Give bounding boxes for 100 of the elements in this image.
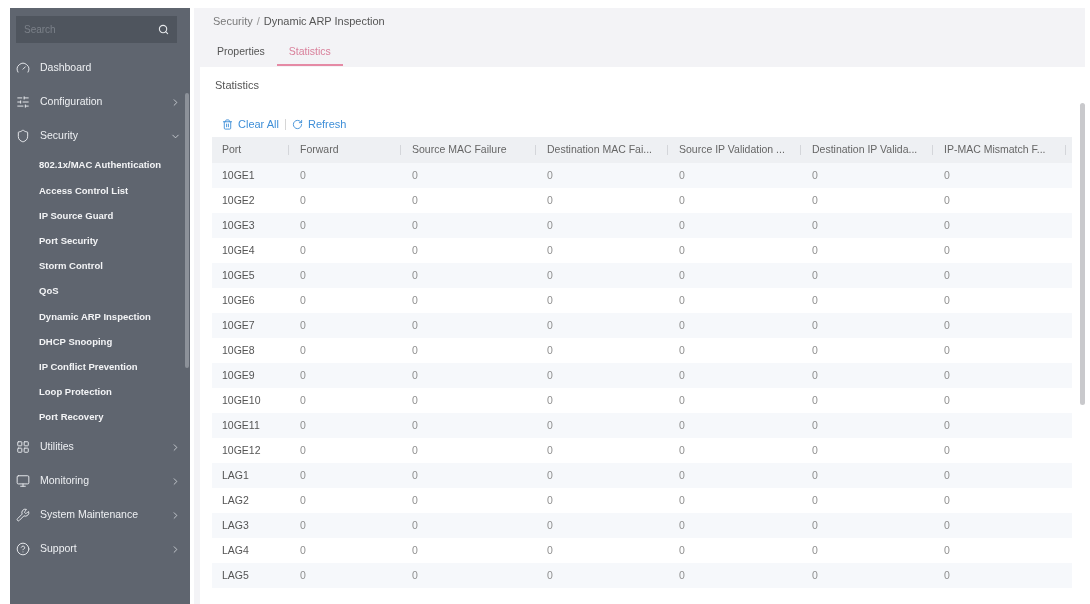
table-cell-text: 10GE11 — [222, 417, 260, 433]
gauge-icon — [16, 61, 30, 75]
table-cell-text: 0 — [944, 367, 950, 383]
grid-icon — [16, 440, 30, 455]
table-cell-text: 0 — [300, 267, 306, 283]
nav-item[interactable]: Utilities — [10, 430, 185, 465]
nav-subitem[interactable]: Storm Control — [10, 253, 185, 279]
table-cell-text: 0 — [679, 342, 685, 358]
table-cell-text: LAG3 — [222, 517, 249, 533]
table-cell-text: 0 — [812, 542, 818, 558]
table-cell-text: 0 — [547, 367, 553, 383]
nav-subitem[interactable]: Port Security — [10, 228, 185, 254]
scrollbar[interactable] — [1080, 103, 1085, 405]
nav-item[interactable]: System Maintenance — [10, 498, 185, 533]
table-cell-text: 0 — [812, 367, 818, 383]
table-cell-text: 0 — [412, 442, 418, 458]
table-cell-text: 0 — [412, 292, 418, 308]
table-cell-text: 10GE4 — [222, 242, 255, 258]
table-cell-text: LAG2 — [222, 492, 249, 508]
table-cell-text: 10GE2 — [222, 192, 255, 208]
table-cell-text: 0 — [412, 517, 418, 533]
table-cell-text: 0 — [812, 342, 818, 358]
table-cell-text: 10GE5 — [222, 267, 255, 283]
table-cell-text: 0 — [944, 167, 950, 183]
scrollbar[interactable] — [185, 93, 189, 368]
column-header: Destination MAC Fai... — [547, 142, 653, 158]
nav-subitem[interactable]: Access Control List — [10, 178, 185, 204]
nav-item[interactable]: Security — [10, 119, 185, 153]
table-cell-text: 0 — [412, 567, 418, 583]
table-cell-text: 10GE8 — [222, 342, 255, 358]
table-cell-text: 0 — [547, 317, 553, 333]
table-cell-text: 0 — [412, 242, 418, 258]
breadcrumb-link[interactable]: Security — [213, 12, 253, 30]
search-icon — [158, 24, 169, 35]
nav-subitem[interactable]: QoS — [10, 278, 185, 305]
table-cell-text: 0 — [679, 292, 685, 308]
table-cell-text: 0 — [547, 567, 553, 583]
column-header: Source IP Validation ... — [679, 142, 785, 158]
nav-subitem[interactable]: IP Conflict Prevention — [10, 354, 185, 380]
table-cell-text: 0 — [300, 292, 306, 308]
table-cell-text: 0 — [300, 492, 306, 508]
nav-subitem[interactable]: Loop Protection — [10, 379, 185, 405]
table-cell-text: 0 — [812, 467, 818, 483]
nav-item[interactable]: Configuration — [10, 85, 185, 119]
table-cell-text: 10GE7 — [222, 317, 255, 333]
table-cell-text: 0 — [679, 192, 685, 208]
table-cell-text: 0 — [547, 492, 553, 508]
table-cell-text: 0 — [412, 367, 418, 383]
table-cell-text: 0 — [679, 542, 685, 558]
table-cell-text: 0 — [300, 542, 306, 558]
table-cell-text: 0 — [300, 442, 306, 458]
table-cell-text: 0 — [300, 392, 306, 408]
table-cell-text: 0 — [547, 292, 553, 308]
table-cell-text: 0 — [547, 167, 553, 183]
nav-subitem[interactable]: Port Recovery — [10, 404, 185, 431]
table-cell-text: 0 — [944, 542, 950, 558]
table-cell-text: 0 — [812, 567, 818, 583]
table-cell-text: 0 — [812, 217, 818, 233]
table-cell-text: 0 — [679, 217, 685, 233]
sliders-icon — [16, 95, 30, 109]
table-cell-text: 0 — [679, 442, 685, 458]
table-cell-text: 0 — [944, 492, 950, 508]
table-cell-text: 0 — [300, 217, 306, 233]
table-cell-text: 0 — [944, 417, 950, 433]
column-header: Forward — [300, 142, 339, 158]
table-cell-text: 0 — [812, 492, 818, 508]
refresh-icon — [291, 118, 303, 130]
table-cell-text: 0 — [812, 442, 818, 458]
table-cell-text: 0 — [679, 167, 685, 183]
table-cell-text: 0 — [412, 267, 418, 283]
table-cell-text: 0 — [300, 192, 306, 208]
nav-item[interactable]: Monitoring — [10, 464, 185, 499]
tab[interactable]: Properties — [205, 40, 277, 66]
nav-subitem[interactable]: DHCP Snooping — [10, 329, 185, 355]
table-cell-text: 10GE12 — [222, 442, 261, 458]
nav-item[interactable]: Dashboard — [10, 51, 185, 85]
table-cell-text: 0 — [547, 467, 553, 483]
nav-subitem[interactable]: Dynamic ARP Inspection — [10, 304, 185, 330]
table-cell-text: 0 — [300, 242, 306, 258]
toolbar-button[interactable]: Refresh — [291, 115, 347, 133]
table-cell-text: LAG5 — [222, 567, 249, 583]
table-cell-text: 0 — [547, 417, 553, 433]
table-cell-text: 0 — [944, 267, 950, 283]
nav-subitem[interactable]: IP Source Guard — [10, 203, 185, 229]
nav-subitem[interactable]: 802.1x/MAC Authentication — [10, 153, 185, 179]
wrench-icon — [16, 508, 30, 523]
table-cell-text: 0 — [944, 392, 950, 408]
table-cell-text: 0 — [944, 517, 950, 533]
table-cell-text: 0 — [679, 467, 685, 483]
table-cell-text: 10GE10 — [222, 392, 261, 408]
nav-item[interactable]: Support — [10, 532, 185, 567]
toolbar-button[interactable]: Clear All — [222, 115, 279, 133]
table-cell-text: 0 — [412, 392, 418, 408]
table-cell-text: 0 — [412, 342, 418, 358]
table-cell-text: 0 — [300, 317, 306, 333]
table-cell-text: LAG1 — [222, 467, 249, 483]
table-cell-text: 0 — [812, 417, 818, 433]
table-cell-text: 0 — [812, 267, 818, 283]
table-cell-text: 0 — [679, 317, 685, 333]
table-cell-text: 0 — [679, 242, 685, 258]
